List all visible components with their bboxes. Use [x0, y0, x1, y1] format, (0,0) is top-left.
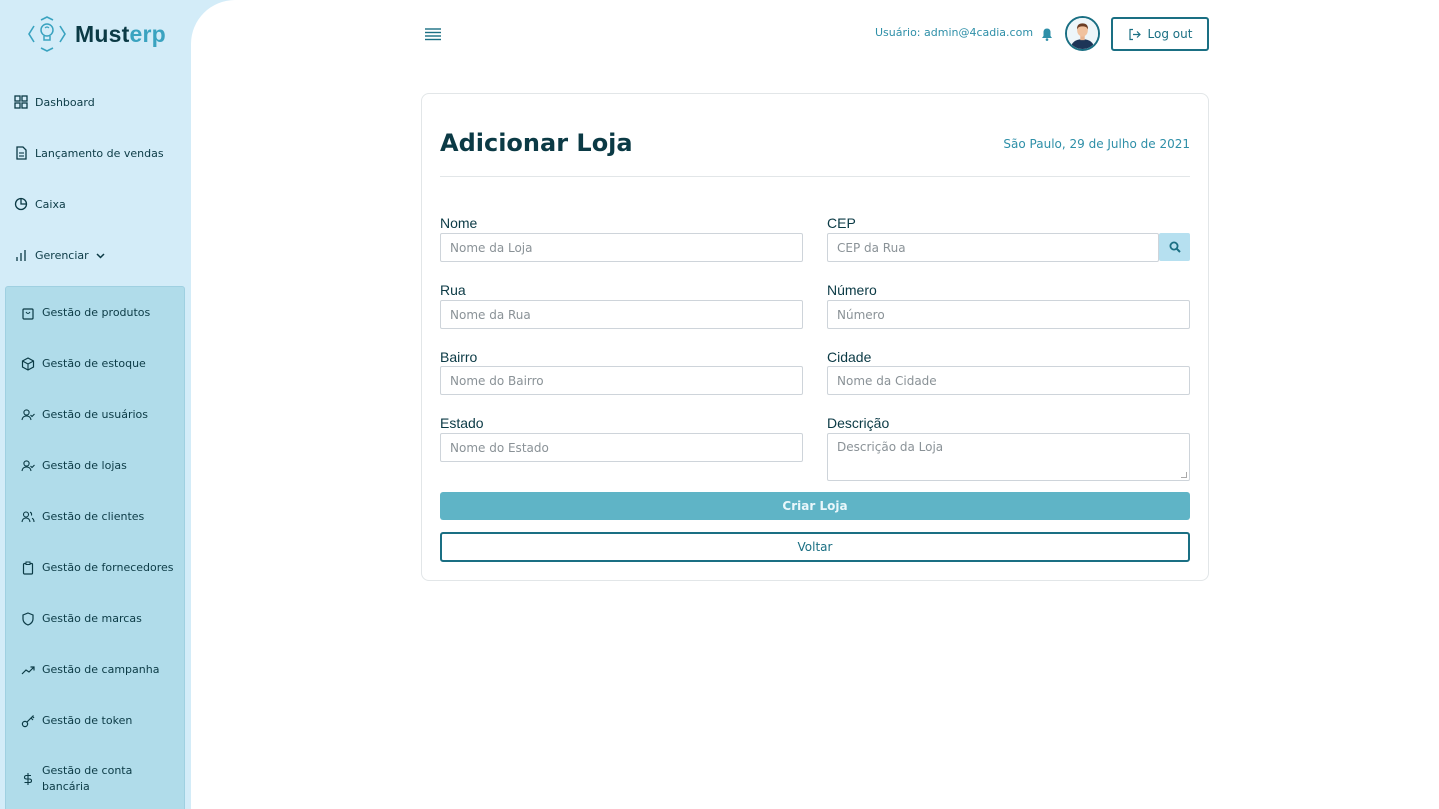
bairro-label: Bairro [440, 349, 478, 365]
user-check-icon [21, 460, 35, 472]
search-icon [1169, 241, 1181, 253]
user-avatar-icon [1067, 18, 1098, 49]
descricao-placeholder: Descrição da Loja [837, 440, 944, 454]
submenu-item-conta-bancaria[interactable]: Gestão de conta bancária [21, 763, 141, 795]
submenu-item-lojas[interactable]: Gestão de lojas [21, 458, 127, 474]
users-icon [21, 511, 35, 523]
key-icon [21, 715, 35, 728]
resize-handle[interactable] [1181, 472, 1187, 478]
submenu-item-label: Gestão de usuários [42, 408, 149, 421]
numero-input[interactable]: Número [827, 300, 1190, 329]
user-check-icon [21, 409, 35, 421]
logout-label: Log out [1147, 27, 1193, 41]
submenu-item-label: Gestão de estoque [42, 357, 146, 370]
user-label: Usuário: admin@4cadia.com [875, 26, 1034, 39]
rua-input[interactable]: Nome da Rua [440, 300, 803, 329]
submenu-item-fornecedores[interactable]: Gestão de fornecedores [21, 560, 174, 576]
submenu-item-label: Gestão de campanha [42, 663, 160, 676]
submenu-item-token[interactable]: Gestão de token [21, 713, 132, 729]
sidebar-item-label: Lançamento de vendas [35, 146, 164, 160]
sidebar: Musterp Dashboard Lançamento de vendas C… [0, 0, 191, 809]
cep-input[interactable]: CEP da Rua [827, 233, 1159, 262]
submenu-item-label: Gestão de conta bancária [42, 764, 133, 793]
clipboard-icon [22, 561, 34, 575]
shopping-bag-icon [22, 308, 34, 320]
trending-up-icon [21, 666, 35, 675]
descricao-label: Descrição [827, 415, 890, 431]
submenu-item-marcas[interactable]: Gestão de marcas [21, 611, 142, 627]
divider [440, 176, 1190, 177]
pie-chart-icon [14, 197, 28, 211]
bairro-input[interactable]: Nome do Bairro [440, 366, 803, 395]
sidebar-item-gerenciar[interactable]: Gerenciar [14, 245, 106, 265]
submenu-item-label: Gestão de marcas [42, 612, 142, 625]
cidade-input[interactable]: Nome da Cidade [827, 366, 1190, 395]
sidebar-item-lancamento-vendas[interactable]: Lançamento de vendas [14, 143, 164, 163]
estado-input[interactable]: Nome do Estado [440, 433, 803, 462]
descricao-textarea[interactable]: Descrição da Loja [827, 433, 1190, 481]
sidebar-item-label: Dashboard [35, 95, 95, 109]
cep-search-button[interactable] [1159, 233, 1190, 261]
box-icon [21, 357, 35, 371]
shield-icon [22, 612, 34, 626]
cidade-label: Cidade [827, 349, 872, 365]
logo-icon [28, 16, 66, 52]
submenu-item-label: Gestão de token [42, 714, 133, 727]
gerenciar-submenu: Gestão de produtos Gestão de estoque Ges… [5, 286, 185, 809]
submenu-item-label: Gestão de lojas [42, 459, 127, 472]
criar-loja-button[interactable]: Criar Loja [440, 492, 1190, 520]
numero-label: Número [827, 282, 877, 298]
sidebar-item-caixa[interactable]: Caixa [14, 194, 66, 214]
submenu-item-campanha[interactable]: Gestão de campanha [21, 662, 159, 678]
cep-label: CEP [827, 215, 856, 231]
sidebar-item-label: Gerenciar [35, 248, 89, 262]
submenu-item-label: Gestão de clientes [42, 510, 145, 523]
sidebar-item-dashboard[interactable]: Dashboard [14, 92, 95, 112]
dollar-icon [23, 773, 33, 785]
submenu-item-label: Gestão de fornecedores [42, 561, 174, 574]
rua-label: Rua [440, 282, 466, 298]
bell-icon[interactable] [1041, 27, 1053, 41]
page-title: Adicionar Loja [440, 129, 633, 157]
nome-label: Nome [440, 215, 478, 231]
document-icon [16, 146, 27, 160]
location-date: São Paulo, 29 de Julho de 2021 [1003, 137, 1190, 151]
submenu-item-usuarios[interactable]: Gestão de usuários [21, 407, 148, 423]
sidebar-item-label: Caixa [35, 197, 66, 211]
nome-input[interactable]: Nome da Loja [440, 233, 803, 262]
avatar[interactable] [1065, 16, 1100, 51]
brand-logo[interactable]: Musterp [26, 16, 166, 52]
main-content: Usuário: admin@4cadia.com Log out Adicio… [191, 0, 1439, 809]
brand-name: Musterp [75, 20, 166, 47]
logout-icon [1128, 28, 1141, 40]
submenu-item-clientes[interactable]: Gestão de clientes [21, 509, 144, 525]
logout-button[interactable]: Log out [1111, 17, 1209, 51]
add-store-form-card: Adicionar Loja São Paulo, 29 de Julho de… [421, 93, 1209, 581]
hamburger-menu-icon[interactable] [424, 27, 442, 41]
submenu-item-produtos[interactable]: Gestão de produtos [21, 305, 150, 321]
bar-chart-icon [16, 250, 26, 261]
submenu-item-estoque[interactable]: Gestão de estoque [21, 356, 146, 372]
grid-icon [14, 95, 28, 109]
voltar-button[interactable]: Voltar [440, 532, 1190, 562]
submenu-item-label: Gestão de produtos [42, 306, 151, 319]
chevron-down-icon [96, 252, 105, 259]
estado-label: Estado [440, 415, 484, 431]
